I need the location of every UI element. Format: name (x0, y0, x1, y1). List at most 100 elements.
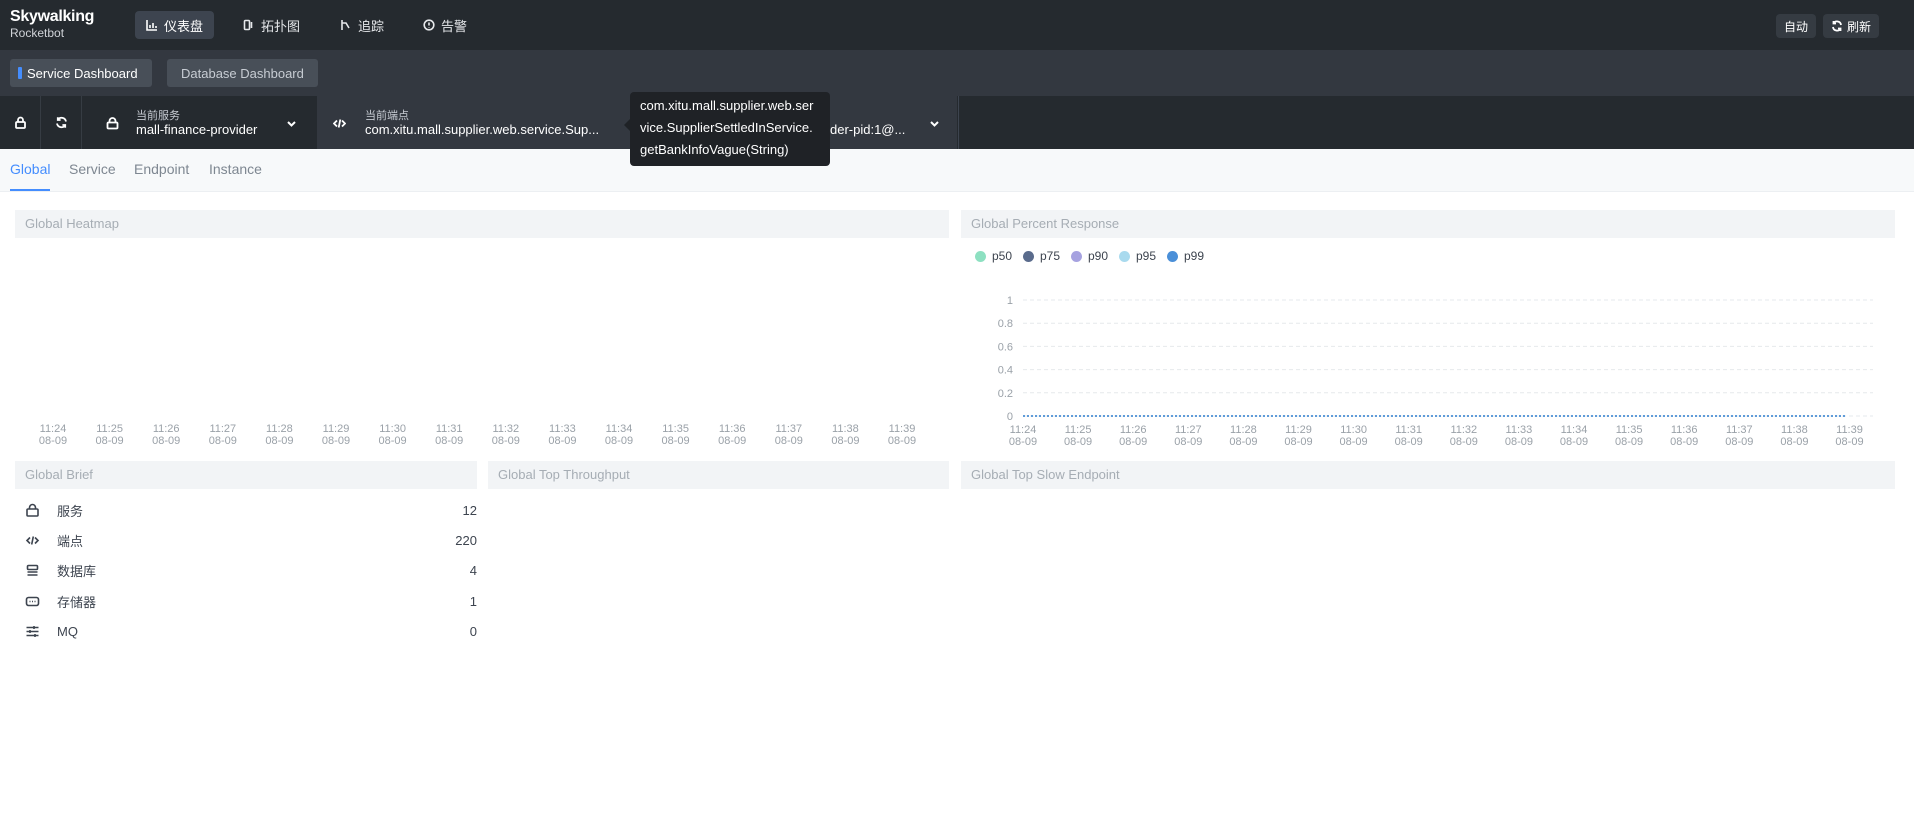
tab-instance[interactable]: Instance (209, 149, 262, 191)
brief-label: 端点 (57, 533, 84, 549)
x-tick-label: 11:35 (662, 423, 689, 435)
x-tick-label: 11:27 (209, 423, 236, 435)
x-tick-label: 11:25 (1065, 424, 1092, 436)
x-tick-date-label: 08-09 (209, 435, 237, 447)
auto-button[interactable]: 自动 (1776, 14, 1817, 38)
global-top-throughput-panel: Global Top Throughput (488, 461, 949, 661)
x-tick-date-label: 08-09 (662, 435, 690, 447)
legend-item-p50[interactable]: p50 (975, 249, 1012, 263)
x-tick-label: 11:39 (889, 423, 916, 435)
x-tick-date-label: 08-09 (1009, 436, 1037, 448)
refresh-button[interactable]: 刷新 (1823, 14, 1880, 38)
brief-row-cache: 存储器 1 (25, 591, 477, 611)
selector-divider (958, 96, 959, 149)
brief-row-mq: MQ 0 (25, 621, 477, 641)
reload-icon (55, 116, 67, 129)
instance-selector[interactable]: der-pid:1@... (830, 96, 958, 149)
y-tick-label: 0.4 (998, 365, 1013, 377)
x-tick-date-label: 08-09 (1229, 436, 1257, 448)
nav-alarm[interactable]: 告警 (412, 11, 478, 39)
selector-bar: 当前服务 mall-finance-provider 当前端点 com.xitu… (0, 96, 1914, 149)
y-tick-label: 0 (1007, 411, 1013, 423)
percent-response-chart: 00.20.40.60.8111:2408-0911:2508-0911:260… (998, 295, 1873, 448)
x-tick-date-label: 08-09 (39, 435, 67, 447)
x-tick-date-label: 08-09 (1119, 436, 1147, 448)
tab-database-dashboard-label: Database Dashboard (181, 65, 304, 81)
brief-label: 服务 (57, 503, 84, 519)
nav-trace[interactable]: 追踪 (329, 11, 395, 39)
service-selector[interactable]: 当前服务 mall-finance-provider (94, 96, 316, 149)
trace-icon (341, 20, 350, 30)
brief-row-database: 数据库 4 (25, 560, 477, 580)
y-tick-label: 0.8 (998, 318, 1013, 330)
x-tick-date-label: 08-09 (96, 435, 124, 447)
tab-service-dashboard-label: Service Dashboard (27, 65, 138, 81)
nav-alarm-label: 告警 (441, 18, 468, 34)
legend-item-p90[interactable]: p90 (1071, 249, 1108, 263)
brief-label: 数据库 (57, 563, 97, 579)
tooltip-line: getBankInfoVague(String) (640, 142, 789, 157)
brief-row-endpoint: 端点 220 (25, 530, 477, 550)
endpoint-selector-label: 当前端点 (365, 110, 409, 122)
x-tick-label: 11:37 (1726, 424, 1753, 436)
service-icon (26, 503, 39, 517)
x-tick-label: 11:34 (606, 423, 633, 435)
x-tick-date-label: 08-09 (775, 435, 803, 447)
tab-endpoint[interactable]: Endpoint (134, 149, 189, 191)
x-tick-date-label: 08-09 (1340, 436, 1368, 448)
panel-title: Global Brief (15, 461, 477, 489)
tab-service[interactable]: Service (69, 149, 116, 191)
reload-button[interactable] (41, 96, 82, 149)
panel-title: Global Top Slow Endpoint (961, 461, 1895, 489)
x-tick-date-label: 08-09 (1725, 436, 1753, 448)
legend-marker (1167, 250, 1178, 262)
x-tick-label: 11:29 (323, 423, 350, 435)
service-selector-value: mall-finance-provider (136, 122, 258, 137)
x-tick-date-label: 08-09 (492, 435, 520, 447)
tooltip-line: vice.SupplierSettledInService. (640, 120, 813, 135)
x-tick-label: 11:24 (1010, 424, 1037, 436)
x-tick-date-label: 08-09 (718, 435, 746, 447)
refresh-icon (1832, 20, 1842, 32)
x-tick-label: 11:30 (1340, 424, 1367, 436)
x-tick-date-label: 08-09 (548, 435, 576, 447)
panel-title: Global Top Throughput (488, 461, 949, 489)
legend-label: p50 (992, 249, 1013, 263)
x-tick-date-label: 08-09 (1835, 436, 1863, 448)
lock-button[interactable] (0, 96, 41, 149)
topology-icon (243, 19, 253, 31)
service-selector-label: 当前服务 (136, 110, 180, 122)
y-tick-label: 0.6 (998, 341, 1013, 353)
x-tick-date-label: 08-09 (265, 435, 293, 447)
alarm-icon (423, 19, 435, 31)
nav-dashboard-label: 仪表盘 (164, 18, 204, 34)
refresh-label: 刷新 (1847, 19, 1872, 34)
dashboard-tabs-bar: Service Dashboard Database Dashboard (0, 50, 1914, 96)
logo-sub: Rocketbot (10, 26, 65, 40)
x-tick-date-label: 08-09 (1174, 436, 1202, 448)
x-tick-date-label: 08-09 (1505, 436, 1533, 448)
tab-service-dashboard[interactable]: Service Dashboard (10, 59, 152, 87)
x-tick-label: 11:39 (1836, 424, 1863, 436)
y-tick-label: 1 (1007, 295, 1013, 307)
legend-marker (1071, 250, 1082, 262)
nav-topology[interactable]: 拓扑图 (232, 11, 311, 39)
cache-icon (25, 596, 40, 606)
nav-dashboard[interactable]: 仪表盘 (135, 11, 215, 39)
legend-item-p95[interactable]: p95 (1119, 249, 1156, 263)
brief-label: MQ (57, 623, 78, 639)
x-tick-date-label: 08-09 (1284, 436, 1312, 448)
tab-database-dashboard[interactable]: Database Dashboard (167, 59, 318, 87)
x-tick-label: 11:36 (719, 423, 746, 435)
tab-global[interactable]: Global (10, 149, 51, 191)
chart-icon (146, 20, 157, 31)
legend-item-p99[interactable]: p99 (1167, 249, 1204, 263)
legend-item-p75[interactable]: p75 (1023, 249, 1060, 263)
x-tick-label: 11:36 (1671, 424, 1698, 436)
x-tick-label: 11:31 (436, 423, 463, 435)
legend-marker (975, 250, 986, 262)
brief-value: 4 (469, 562, 477, 578)
x-tick-date-label: 08-09 (1450, 436, 1478, 448)
database-icon (26, 564, 39, 576)
x-tick-date-label: 08-09 (152, 435, 180, 447)
